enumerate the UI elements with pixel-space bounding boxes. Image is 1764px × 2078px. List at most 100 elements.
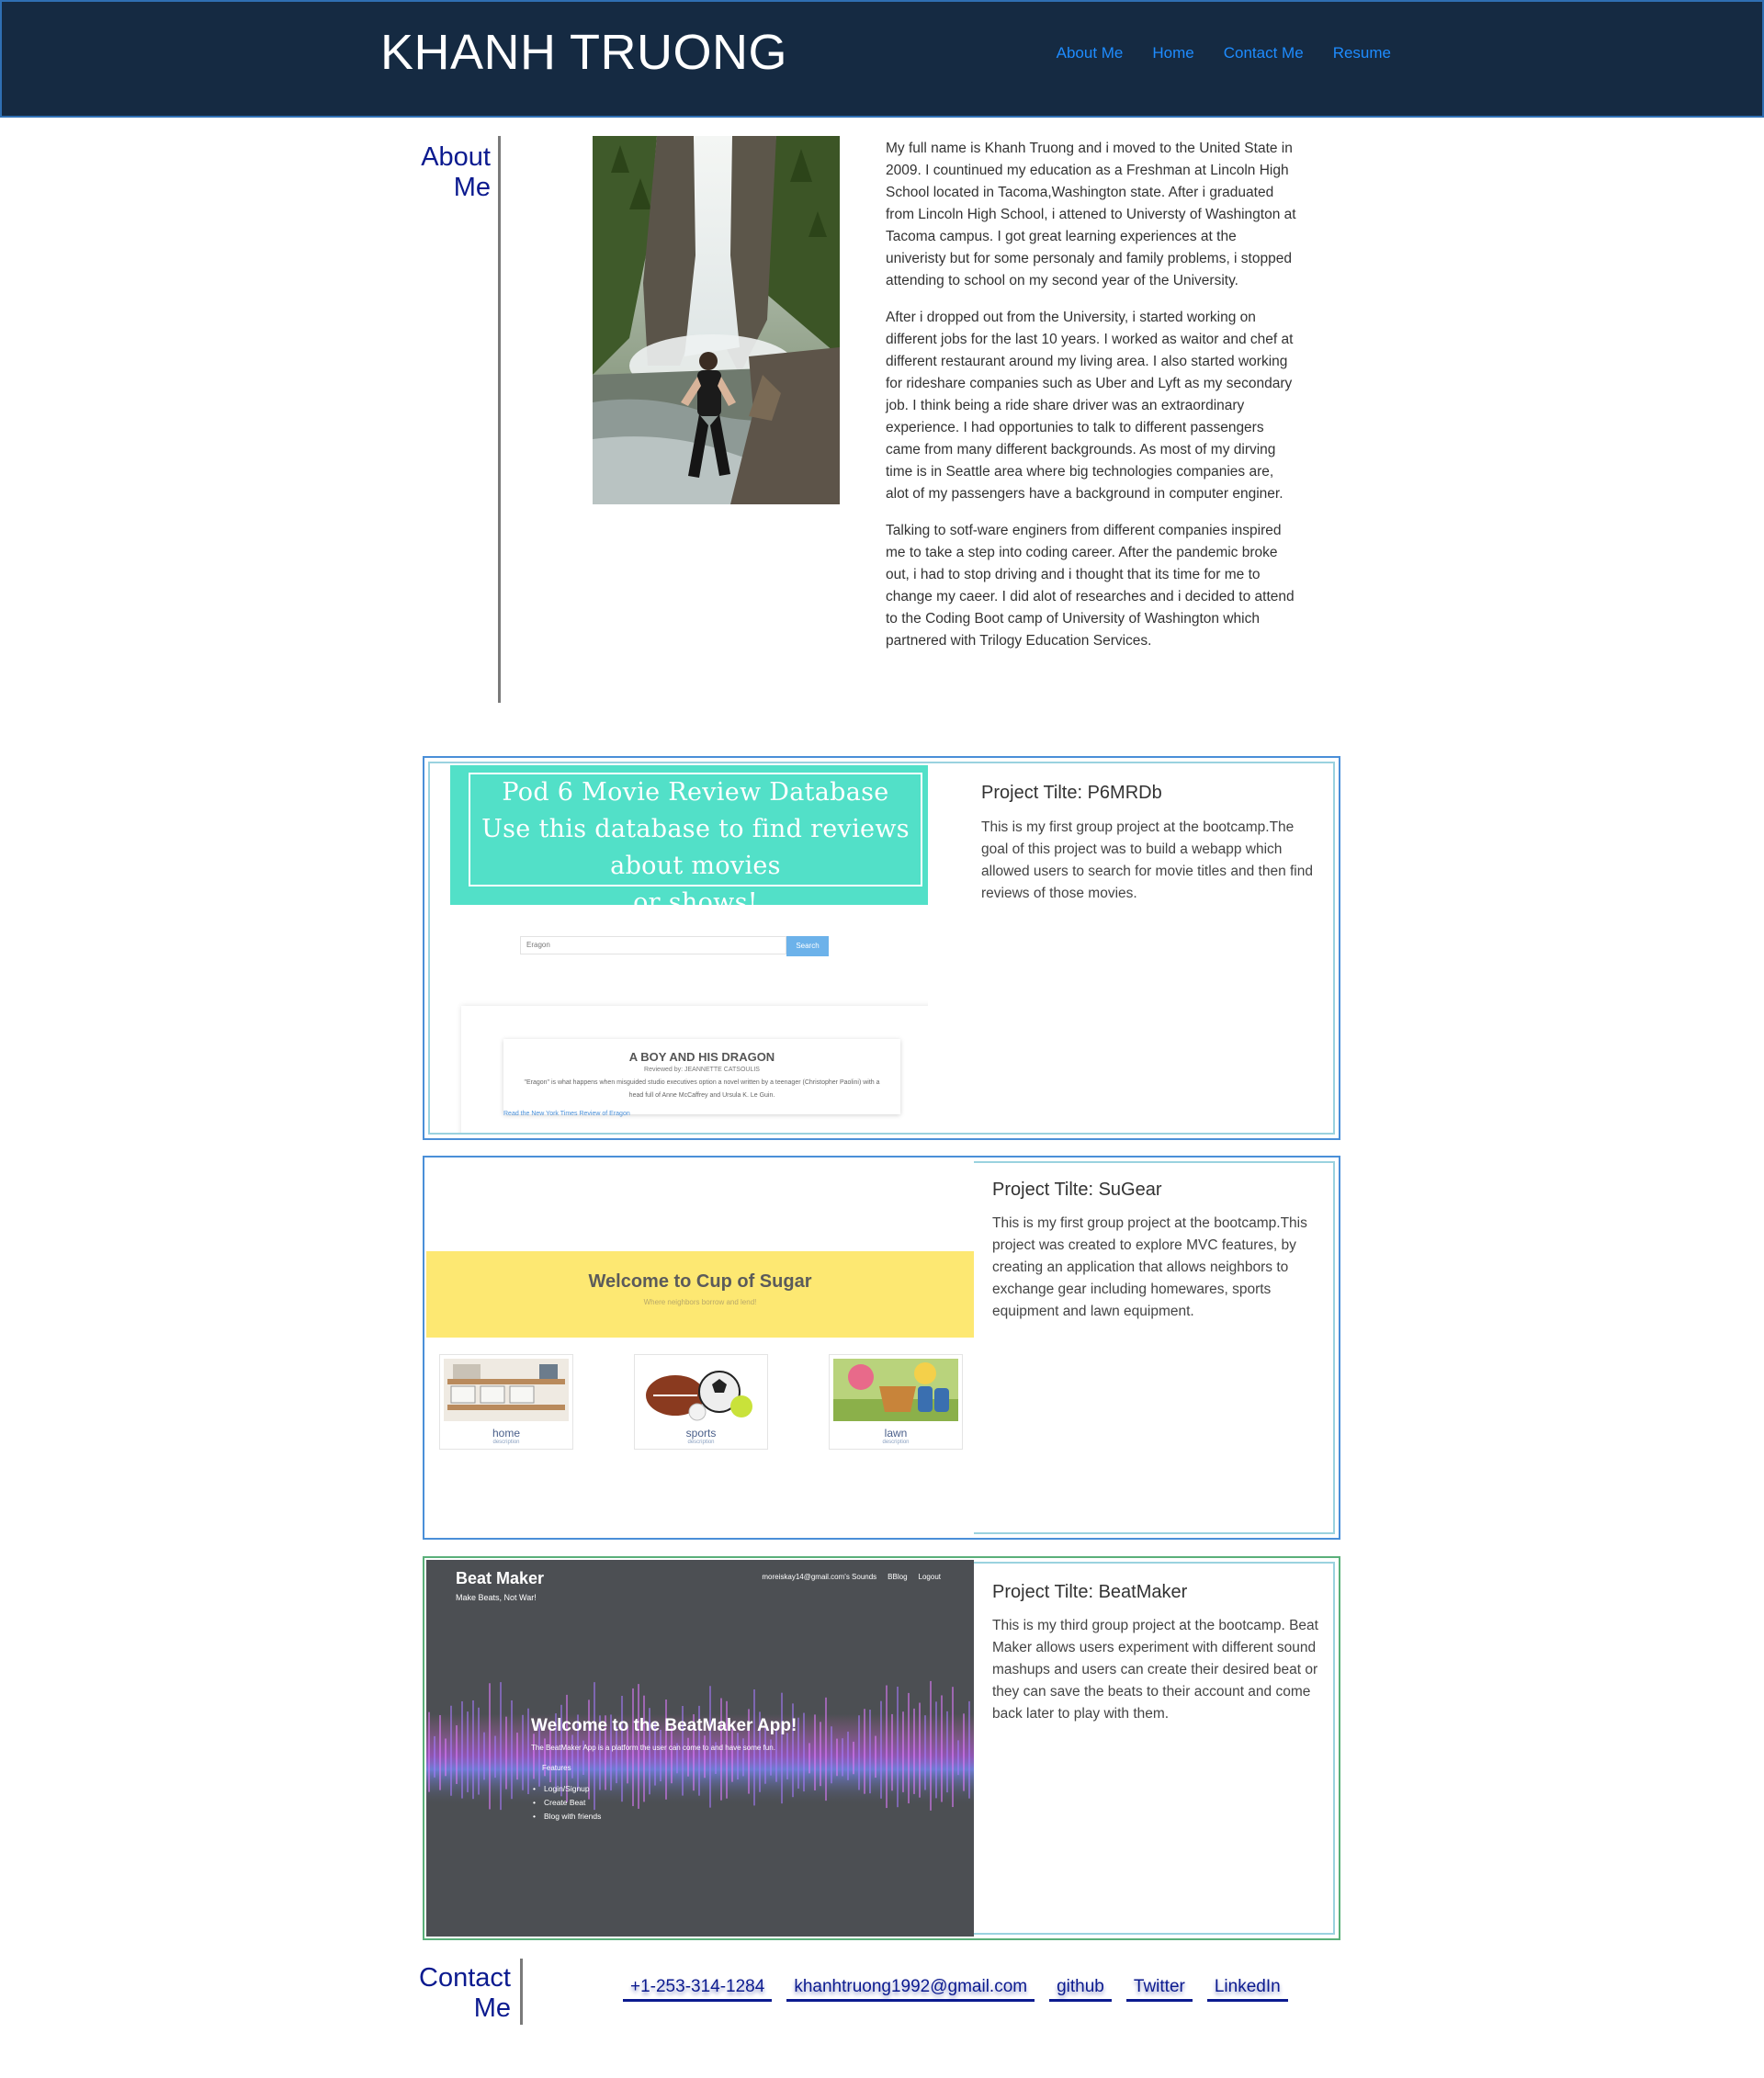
phone-link[interactable]: +1-253-314-1284 bbox=[623, 1977, 773, 2002]
bm-nav-item: moreiskay14@gmail.com's Sounds bbox=[762, 1573, 877, 1581]
equalizer-bar bbox=[450, 1705, 452, 1796]
bm-feature-item: Create Beat bbox=[531, 1796, 601, 1810]
equalizer-bar bbox=[428, 1711, 430, 1792]
sugar-banner-title: Welcome to Cup of Sugar bbox=[588, 1271, 812, 1292]
p6-review-link: Read the New York Times Review of Eragon bbox=[503, 1111, 630, 1117]
project-screenshot[interactable]: Beat Maker Make Beats, Not War! moreiska… bbox=[426, 1560, 974, 1937]
p6-banner-line: Pod 6 Movie Review Database bbox=[502, 778, 889, 807]
about-paragraph: Talking to sotf-ware enginers from diffe… bbox=[886, 523, 1295, 649]
site-header: KHANH TRUONG About Me Home Contact Me Re… bbox=[0, 0, 1764, 118]
equalizer-bar bbox=[571, 1734, 573, 1779]
equalizer-bar bbox=[467, 1711, 469, 1792]
linkedin-link[interactable]: LinkedIn bbox=[1206, 1977, 1288, 2002]
equalizer-bar bbox=[853, 1741, 854, 1775]
equalizer-bar bbox=[864, 1709, 865, 1794]
bm-nav: moreiskay14@gmail.com's Sounds BBlog Log… bbox=[762, 1573, 941, 1581]
github-link[interactable]: github bbox=[1049, 1977, 1112, 2002]
nav-contact-me[interactable]: Contact Me bbox=[1224, 44, 1304, 62]
about-heading: About Me bbox=[404, 142, 491, 203]
equalizer-bar bbox=[483, 1732, 485, 1780]
equalizer-bar bbox=[478, 1707, 480, 1795]
twitter-link[interactable]: Twitter bbox=[1125, 1977, 1193, 2002]
about-heading-line1: About bbox=[421, 142, 491, 172]
equalizer-bar bbox=[886, 1685, 888, 1809]
equalizer-bar bbox=[439, 1714, 441, 1790]
nav-resume[interactable]: Resume bbox=[1333, 44, 1391, 62]
equalizer-bar bbox=[786, 1733, 788, 1779]
garden-tools-image bbox=[833, 1359, 958, 1421]
equalizer-bar bbox=[737, 1733, 739, 1780]
equalizer-bar bbox=[946, 1711, 948, 1793]
project-card-p6mrdb[interactable]: Pod 6 Movie Review Database Use this dat… bbox=[423, 756, 1340, 1140]
sugar-tile-desc: description bbox=[882, 1440, 910, 1445]
equalizer-bar bbox=[891, 1713, 893, 1791]
sports-balls-image bbox=[639, 1359, 763, 1421]
contact-divider bbox=[520, 1959, 523, 2025]
equalizer-bar bbox=[836, 1738, 838, 1777]
equalizer-bar bbox=[913, 1708, 915, 1794]
project-description: This is my third group project at the bo… bbox=[992, 1618, 1318, 1722]
equalizer-bar bbox=[500, 1682, 502, 1811]
contact-links: +1-253-314-1284 khanhtruong1992@gmail.co… bbox=[623, 1977, 1288, 2002]
equalizer-bar bbox=[820, 1722, 821, 1787]
nav-about-me[interactable]: About Me bbox=[1057, 44, 1124, 62]
bm-features-list: Login/Signup Create Beat Blog with frien… bbox=[531, 1782, 601, 1824]
equalizer-bar bbox=[549, 1728, 551, 1783]
equalizer-bar bbox=[814, 1714, 816, 1790]
p6-banner-line: Use this database to find reviews about … bbox=[481, 815, 910, 880]
equalizer-bar bbox=[472, 1700, 474, 1800]
about-text: My full name is Khanh Truong and i moved… bbox=[886, 138, 1297, 667]
equalizer-bar bbox=[825, 1697, 827, 1801]
bm-feature-item: Blog with friends bbox=[531, 1810, 601, 1824]
bm-nav-item: Logout bbox=[918, 1573, 941, 1581]
project-card-beatmaker[interactable]: Beat Maker Make Beats, Not War! moreiska… bbox=[423, 1556, 1340, 1940]
p6-review-author: Reviewed by: JEANNETTE CATSOULIS bbox=[644, 1067, 760, 1073]
equalizer-bar bbox=[494, 1735, 496, 1779]
equalizer-bar bbox=[808, 1743, 810, 1774]
equalizer-bar bbox=[858, 1715, 860, 1790]
equalizer-bar bbox=[704, 1735, 706, 1779]
equalizer-bar bbox=[445, 1738, 447, 1777]
equalizer-bar bbox=[968, 1700, 970, 1799]
sugar-tile-sports: sports description bbox=[634, 1354, 768, 1450]
sugar-tile-label: home bbox=[492, 1427, 521, 1440]
equalizer-bar bbox=[847, 1731, 849, 1780]
equalizer-bar bbox=[875, 1735, 876, 1779]
bm-welcome-heading: Welcome to the BeatMaker App! bbox=[531, 1716, 797, 1735]
sugar-tile-lawn: lawn description bbox=[829, 1354, 963, 1450]
project-description: This is my first group project at the bo… bbox=[992, 1215, 1307, 1319]
equalizer-bar bbox=[869, 1710, 871, 1794]
equalizer-bar bbox=[963, 1713, 965, 1791]
contact-heading-line2: Me bbox=[473, 1993, 511, 2023]
equalizer-bar bbox=[797, 1717, 799, 1789]
equalizer-bar bbox=[527, 1708, 529, 1794]
equalizer-bar bbox=[831, 1726, 832, 1784]
project-card-sugear[interactable]: Welcome to Cup of Sugar Where neighbors … bbox=[423, 1156, 1340, 1540]
equalizer-bar bbox=[522, 1714, 524, 1790]
equalizer-bar bbox=[511, 1700, 513, 1800]
equalizer-bar bbox=[456, 1725, 458, 1784]
equalizer-bar bbox=[941, 1695, 943, 1802]
equalizer-bar bbox=[952, 1687, 954, 1808]
equalizer-bar bbox=[489, 1683, 491, 1810]
bm-tagline: Make Beats, Not War! bbox=[456, 1593, 537, 1602]
p6-review-text: "Eragon" is what happens when misguided … bbox=[524, 1079, 880, 1099]
main-nav: About Me Home Contact Me Resume bbox=[1057, 44, 1391, 62]
bm-feature-item: Login/Signup bbox=[531, 1782, 601, 1796]
bm-intro-text: The BeatMaker App is a platform the user… bbox=[531, 1744, 775, 1752]
about-paragraph: My full name is Khanh Truong and i moved… bbox=[886, 141, 1296, 288]
project-title: Project Tilte: SuGear bbox=[992, 1180, 1162, 1200]
equalizer-bar bbox=[908, 1692, 910, 1804]
p6-review-card: A BOY AND HIS DRAGON Reviewed by: JEANNE… bbox=[503, 1039, 900, 1114]
project-screenshot[interactable]: Pod 6 Movie Review Database Use this dat… bbox=[432, 765, 928, 1133]
equalizer-bar bbox=[919, 1702, 921, 1798]
project-screenshot[interactable]: Welcome to Cup of Sugar Where neighbors … bbox=[426, 1159, 974, 1536]
nav-home[interactable]: Home bbox=[1152, 44, 1193, 62]
equalizer-bar bbox=[897, 1686, 899, 1808]
site-title: KHANH TRUONG bbox=[380, 25, 788, 80]
about-heading-line2: Me bbox=[453, 173, 491, 202]
bm-app-title: Beat Maker bbox=[456, 1569, 545, 1587]
email-link[interactable]: khanhtruong1992@gmail.com bbox=[786, 1977, 1035, 2002]
p6-banner: Pod 6 Movie Review Database Use this dat… bbox=[450, 765, 928, 917]
equalizer-bar bbox=[924, 1715, 926, 1790]
